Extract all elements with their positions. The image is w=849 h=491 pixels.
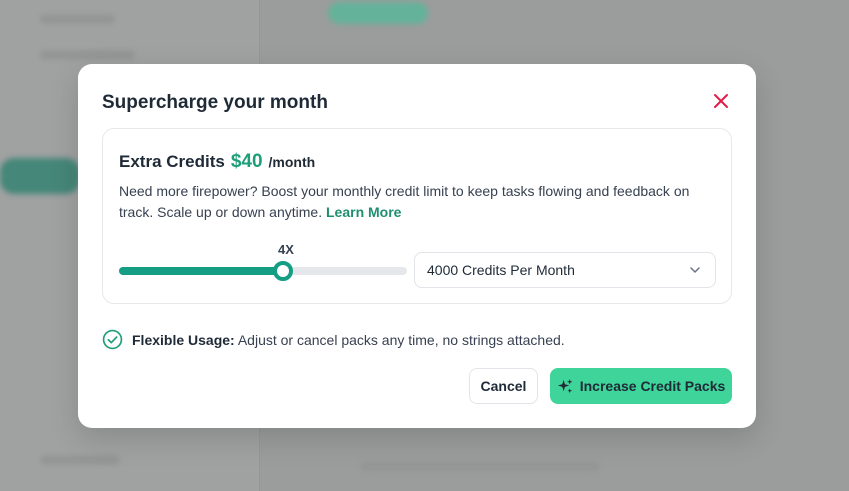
flexible-usage-text: Flexible Usage: Adjust or cancel packs a… [132,332,565,348]
credits-select-value: 4000 Credits Per Month [427,262,575,278]
price: $40 [230,151,263,172]
card-description: Need more firepower? Boost your monthly … [119,181,709,223]
card-title: Extra Credits [119,152,225,171]
multiplier-label: 4X [278,242,294,257]
cancel-button[interactable]: Cancel [469,368,538,404]
chevron-down-icon [690,267,700,273]
check-circle-icon [102,329,123,350]
learn-more-link[interactable]: Learn More [326,204,401,220]
flexible-usage-title: Flexible Usage: [132,331,235,348]
increase-credit-packs-label: Increase Credit Packs [579,378,726,394]
credit-slider[interactable] [119,261,407,281]
slider-thumb[interactable] [273,261,294,281]
credits-select[interactable]: 4000 Credits Per Month [414,252,716,288]
credit-packs-modal: Supercharge your month Extra Credits $40… [78,64,756,428]
sparkles-icon [557,378,573,393]
close-button[interactable] [708,88,734,114]
modal-title: Supercharge your month [102,92,328,113]
extra-credits-card: Extra Credits $40 /month Need more firep… [102,128,732,304]
price-period: /month [268,154,316,170]
slider-fill [119,267,284,275]
increase-credit-packs-button[interactable]: Increase Credit Packs [550,368,732,404]
flexible-usage-row: Flexible Usage: Adjust or cancel packs a… [102,329,565,350]
flexible-usage-desc: Adjust or cancel packs any time, no stri… [237,331,565,348]
close-icon [714,94,728,108]
description-text: Need more firepower? Boost your monthly … [119,183,690,220]
card-header: Extra Credits $40 /month [119,151,315,173]
